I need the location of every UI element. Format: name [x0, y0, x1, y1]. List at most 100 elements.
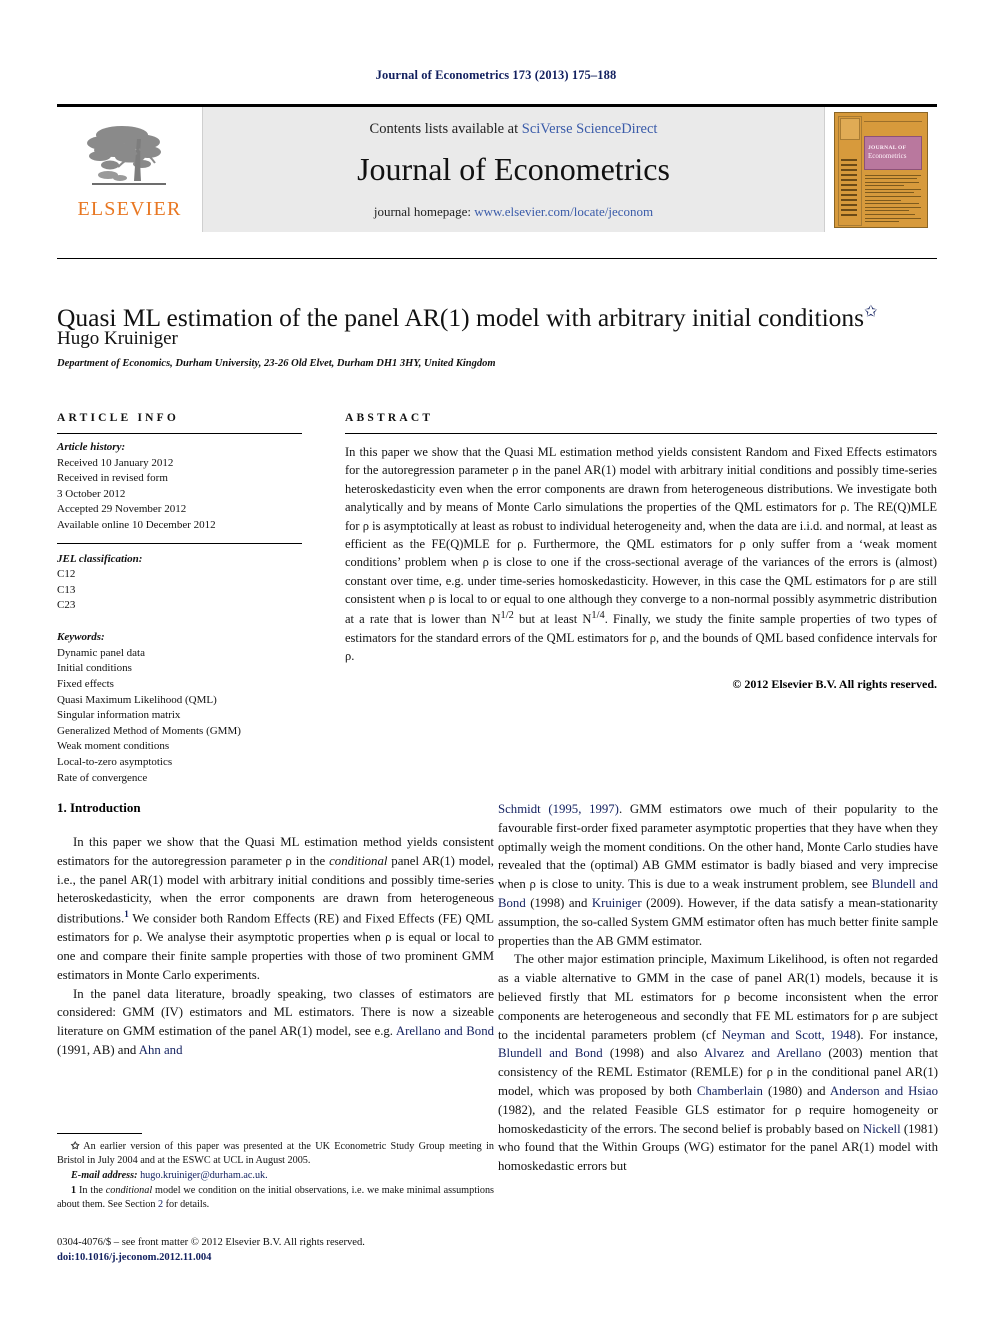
- citation-neyman-scott[interactable]: Neyman and Scott, 1948: [722, 1028, 856, 1042]
- para1-emphasis: conditional: [329, 853, 388, 868]
- body-right-column: Schmidt (1995, 1997). GMM estimators owe…: [498, 800, 938, 1176]
- paragraph-intro-1: In this paper we show that the Quasi ML …: [57, 833, 494, 985]
- history-item: Accepted 29 November 2012: [57, 503, 187, 516]
- cover-top-rule: [864, 120, 922, 122]
- email-label: E-mail address:: [71, 1170, 138, 1182]
- keyword-item: Weak moment conditions: [57, 740, 170, 753]
- cover-title-line2: Econometrics: [868, 152, 907, 161]
- journal-title: Journal of Econometrics: [357, 151, 670, 187]
- citation-chamberlain[interactable]: Chamberlain: [697, 1084, 763, 1098]
- title-divider: [57, 258, 937, 259]
- citation-arellano-bond[interactable]: Arellano and Bond: [396, 1024, 494, 1038]
- article-info-column: ARTICLE INFO Article history: Received 1…: [57, 412, 302, 795]
- para-right2-text-c: (1998) and also: [602, 1046, 704, 1061]
- footnote-1-text-a: In the: [79, 1185, 106, 1197]
- running-head: Journal of Econometrics 173 (2013) 175–1…: [375, 68, 617, 82]
- footnote-1-emphasis: conditional: [105, 1185, 153, 1197]
- keyword-item: Initial conditions: [57, 662, 132, 675]
- para-right2-text-b: ). For instance,: [856, 1027, 939, 1042]
- paragraph-right-1: Schmidt (1995, 1997). GMM estimators owe…: [498, 800, 938, 950]
- citation-ahn-schmidt[interactable]: Ahn and: [139, 1043, 183, 1057]
- keywords-label: Keywords:: [57, 631, 105, 644]
- author-name[interactable]: Hugo Kruiniger: [57, 328, 937, 350]
- jel-code: C23: [57, 599, 76, 612]
- footnote-email: E-mail address: hugo.kruiniger@durham.ac…: [57, 1169, 494, 1183]
- keyword-item: Quasi Maximum Likelihood (QML): [57, 693, 217, 706]
- abstract-part-2: but at least N: [513, 612, 592, 627]
- cover-title-box: JOURNAL OF Econometrics: [864, 135, 922, 170]
- cover-spine-text: [841, 158, 857, 221]
- contents-prefix: Contents lists available at: [369, 121, 522, 137]
- jel-code: C12: [57, 568, 76, 581]
- abstract-exponent-2: 1/4: [591, 610, 605, 622]
- homepage-prefix: journal homepage:: [373, 204, 475, 219]
- para2-text-b: (1991, AB) and: [57, 1043, 139, 1058]
- citation-kruiniger[interactable]: Kruiniger: [592, 896, 642, 910]
- cover-image: JOURNAL OF Econometrics: [834, 111, 928, 228]
- keyword-item: Dynamic panel data: [57, 646, 145, 659]
- issn-front-matter: 0304-4076/$ – see front matter © 2012 El…: [57, 1237, 365, 1248]
- keywords-block: Keywords: Dynamic panel data Initial con…: [57, 623, 302, 786]
- abstract-copyright: © 2012 Elsevier B.V. All rights reserved…: [732, 676, 937, 691]
- citation-anderson-hsiao[interactable]: Anderson and Hsiao: [830, 1084, 938, 1098]
- article-info-heading: ARTICLE INFO: [57, 412, 180, 424]
- elsevier-wordmark: ELSEVIER: [77, 197, 182, 220]
- history-item: Received 10 January 2012: [57, 456, 174, 469]
- abstract-exponent-1: 1/2: [500, 610, 514, 622]
- contents-available-line: Contents lists available at SciVerse Sci…: [370, 121, 658, 138]
- sciencedirect-link[interactable]: SciVerse ScienceDirect: [522, 121, 658, 137]
- citation-blundell-bond-2[interactable]: Blundell and Bond: [498, 1046, 603, 1060]
- footnote-star: ✩ An earlier version of this paper was p…: [57, 1140, 494, 1168]
- keyword-item: Generalized Method of Moments (GMM): [57, 724, 241, 737]
- footnote-1-marker: 1: [71, 1185, 77, 1197]
- footer-issn-block: 0304-4076/$ – see front matter © 2012 El…: [57, 1236, 497, 1266]
- cover-publisher-mark: [840, 117, 860, 140]
- author-affiliation: Department of Economics, Durham Universi…: [57, 358, 496, 369]
- article-info-body: Article history: Received 10 January 201…: [57, 434, 302, 786]
- journal-masthead: ELSEVIER Contents lists available at Sci…: [57, 104, 937, 235]
- footnote-divider: [57, 1133, 142, 1134]
- keyword-item: Singular information matrix: [57, 709, 181, 722]
- doi-link[interactable]: doi:10.1016/j.jeconom.2012.11.004: [57, 1251, 497, 1266]
- citation-ahn-schmidt-cont[interactable]: Schmidt (1995, 1997): [498, 802, 619, 816]
- footnote-star-marker: ✩: [71, 1141, 80, 1152]
- keyword-item: Fixed effects: [57, 677, 114, 690]
- abstract-column: ABSTRACT In this paper we show that the …: [345, 412, 937, 692]
- footnotes-block: ✩ An earlier version of this paper was p…: [57, 1133, 494, 1213]
- paragraph-intro-2: In the panel data literature, broadly sp…: [57, 985, 494, 1060]
- journal-homepage-line: journal homepage: www.elsevier.com/locat…: [374, 204, 653, 220]
- email-address-link[interactable]: hugo.kruiniger@durham.ac.uk.: [140, 1170, 268, 1181]
- history-item: Received in revised form: [57, 472, 168, 485]
- article-page: Journal of Econometrics 173 (2013) 175–1…: [0, 0, 992, 1323]
- journal-cover-thumbnail: JOURNAL OF Econometrics: [825, 107, 937, 232]
- section-heading-introduction: 1. Introduction: [57, 800, 141, 815]
- journal-homepage-link[interactable]: www.elsevier.com/locate/jeconom: [474, 204, 653, 219]
- body-left-column: 1. Introduction In this paper we show th…: [57, 800, 494, 1060]
- footnote-star-text: An earlier version of this paper was pre…: [57, 1141, 494, 1167]
- jel-block: JEL classification: C12 C13 C23: [57, 544, 302, 614]
- abstract-heading: ABSTRACT: [345, 412, 434, 424]
- jel-label: JEL classification:: [57, 552, 143, 565]
- paragraph-right-2: The other major estimation principle, Ma…: [498, 950, 938, 1176]
- article-history-block: Article history: Received 10 January 201…: [57, 440, 302, 534]
- abstract-part-1: In this paper we show that the Quasi ML …: [345, 445, 937, 627]
- elsevier-logo: ELSEVIER: [57, 107, 202, 232]
- jel-code: C13: [57, 583, 76, 596]
- citation-nickell[interactable]: Nickell: [863, 1122, 901, 1136]
- article-history-label: Article history:: [57, 441, 126, 453]
- history-item: 3 October 2012: [57, 487, 126, 500]
- keyword-item: Rate of convergence: [57, 771, 148, 784]
- footnote-1: 1 In the conditional model we condition …: [57, 1184, 494, 1212]
- para-right1-text-b: (1998) and: [525, 895, 592, 910]
- abstract-text: In this paper we show that the Quasi ML …: [345, 434, 937, 666]
- cover-toc-lines: [865, 174, 921, 225]
- history-item: Available online 10 December 2012: [57, 519, 216, 532]
- citation-alvarez-arellano[interactable]: Alvarez and Arellano: [704, 1046, 821, 1060]
- para-right2-text-e: (1980) and: [762, 1083, 830, 1098]
- cover-title-line1: JOURNAL OF: [868, 144, 907, 151]
- elsevier-tree-icon: [86, 125, 166, 185]
- keyword-item: Local-to-zero asymptotics: [57, 755, 173, 768]
- footnote-1-text-c: for details.: [163, 1199, 210, 1211]
- title-footnote-marker[interactable]: ✩: [864, 304, 877, 321]
- masthead-center: Contents lists available at SciVerse Sci…: [202, 107, 825, 232]
